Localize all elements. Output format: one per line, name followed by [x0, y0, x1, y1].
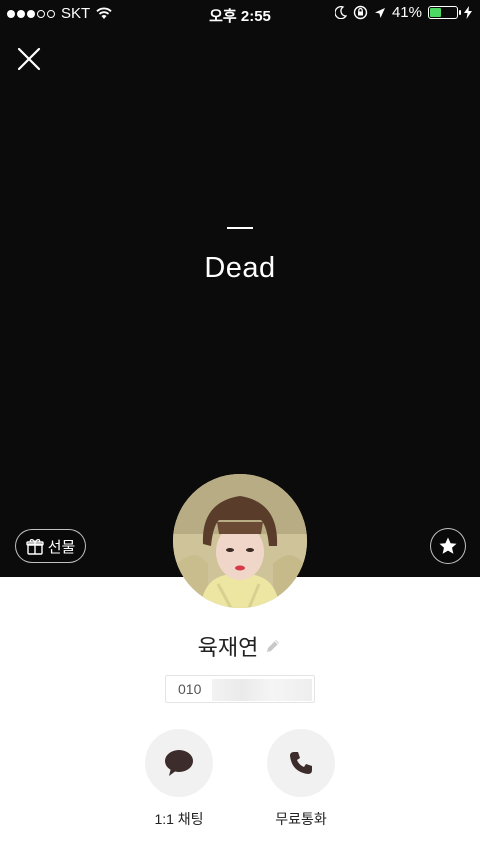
moon-icon	[334, 6, 347, 19]
chat-label: 1:1 채팅	[154, 811, 204, 827]
call-action[interactable]: 무료통화	[241, 729, 361, 829]
avatar[interactable]	[173, 474, 307, 608]
phone-number: 010	[165, 675, 315, 703]
close-button[interactable]	[14, 44, 44, 74]
star-icon	[439, 537, 457, 554]
chat-action[interactable]: 1:1 채팅	[119, 729, 239, 829]
phone-icon	[290, 752, 312, 774]
gift-button[interactable]: 선물	[15, 529, 86, 563]
profile-name-row: 육재연	[0, 630, 480, 662]
battery-percent: 41%	[391, 4, 422, 21]
pencil-icon[interactable]	[264, 637, 282, 655]
chat-bubble-icon	[165, 750, 193, 776]
status-divider	[227, 227, 253, 229]
status-right: 41%	[334, 4, 472, 21]
gift-label: 선물	[47, 538, 76, 556]
favorite-button[interactable]	[430, 528, 466, 564]
chat-button[interactable]	[145, 729, 213, 797]
rotation-lock-icon	[353, 5, 368, 20]
avatar-photo	[173, 474, 307, 608]
status-message: Dead	[204, 252, 276, 284]
status-bar: SKT 오후 2:55 41%	[0, 0, 480, 28]
phone-prefix: 010	[178, 681, 202, 697]
close-icon	[17, 47, 41, 71]
location-arrow-icon	[374, 7, 385, 18]
call-button[interactable]	[267, 729, 335, 797]
phone-number-blur	[212, 679, 312, 701]
charging-bolt-icon	[464, 6, 472, 19]
battery-icon	[428, 6, 461, 19]
gift-icon	[25, 539, 44, 555]
battery-level	[430, 8, 441, 17]
profile-name: 육재연	[197, 635, 259, 660]
call-label: 무료통화	[275, 811, 327, 827]
